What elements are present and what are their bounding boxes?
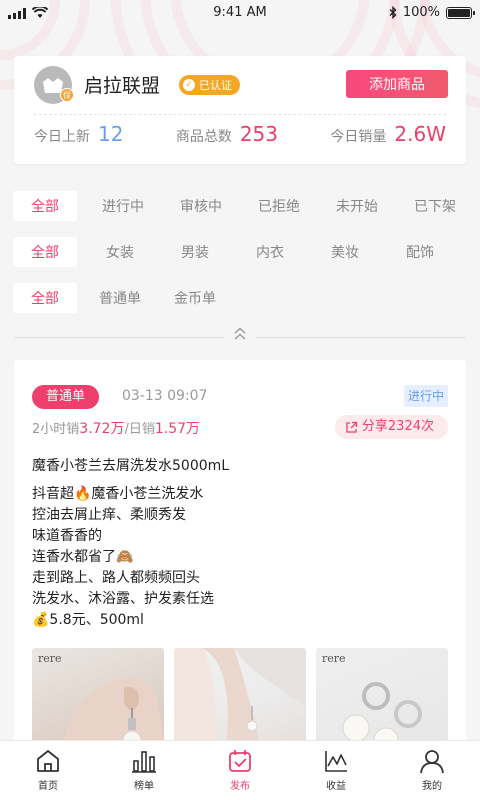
category-filter-men[interactable]: 男装 [163,237,227,267]
tab-label: 收益 [326,781,346,792]
status-filter: 全部 进行中 审核中 已拒绝 未开始 已下架 [13,191,467,221]
type-filter-all[interactable]: 全部 [13,283,77,313]
shop-card: 保 启拉联盟 ✓ 已认证 添加商品 今日上新 12 商品总数 253 今日销量 … [14,56,466,164]
category-filter-all[interactable]: 全部 [13,237,77,267]
tab-ranking[interactable]: 榜单 [96,741,192,800]
collapse-filters-button[interactable] [225,327,255,347]
type-filter: 全部 普通单 金币单 [13,283,467,313]
stat-value: 2.6W [394,122,446,146]
shop-name: 启拉联盟 [84,75,161,97]
publish-icon [229,750,251,772]
stat-value: 12 [98,122,124,146]
share-count: 分享2324次 [361,419,434,434]
verified-icon: ✓ [183,79,195,91]
earnings-icon [325,751,347,772]
description-line: 连香水都省了🙈 [32,549,134,565]
type-filter-coin[interactable]: 金币单 [163,283,227,313]
description-line: 💰5.8元、500ml [32,612,144,628]
status-filter-not-started[interactable]: 未开始 [325,191,389,221]
sales-summary: 2小时销3.72万/日销1.57万 [32,418,200,438]
profile-icon [420,750,444,774]
tab-home[interactable]: 首页 [0,741,96,800]
category-filter-women[interactable]: 女装 [88,237,152,267]
order-type-tag: 普通单 [32,385,100,409]
tab-earnings[interactable]: 收益 [288,741,384,800]
description-line: 味道香香的 [32,528,102,544]
status-bar: 9:41 AM 100% [0,0,480,26]
battery-percent: 100% [402,5,440,20]
tab-label: 首页 [38,781,58,792]
tab-label: 榜单 [134,781,154,792]
status-filter-rejected[interactable]: 已拒绝 [247,191,311,221]
post-time: 03-13 09:07 [122,388,208,404]
tab-bar: 首页 榜单 发布 收益 我的 [0,740,480,800]
verified-badge: ✓ 已认证 [179,75,240,95]
status-filter-all[interactable]: 全部 [13,191,77,221]
tab-label: 我的 [422,781,442,792]
battery-icon [446,6,475,19]
product-title: 魔香小苍兰去屑洗发水5000mL [32,458,230,474]
stat-total-products: 商品总数 253 [176,122,278,146]
tab-profile[interactable]: 我的 [384,741,480,800]
share-icon [346,421,358,433]
category-filter: 全部 女装 男装 内衣 美妆 配饰 [13,237,467,267]
description-line: 洗发水、沐浴露、护发素任选 [32,591,214,607]
category-filter-underwear[interactable]: 内衣 [238,237,302,267]
type-filter-normal[interactable]: 普通单 [88,283,152,313]
sales-2h-label: 2小时销 [32,422,80,437]
product-description: 抖音超🔥魔香小苍兰洗发水 控油去屑止痒、柔顺秀发 味道香香的 连香水都省了🙈 走… [32,484,214,631]
stat-new-today: 今日上新 12 [34,122,123,146]
tab-publish[interactable]: 发布 [192,741,288,800]
status-filter-reviewing[interactable]: 审核中 [169,191,233,221]
sales-2h-value: 3.72万 [79,421,125,437]
stat-label: 商品总数 [175,129,232,145]
guarantee-badge: 保 [60,88,74,102]
home-icon [37,750,59,772]
stat-label: 今日销量 [330,129,387,145]
share-button[interactable]: 分享2324次 [334,415,448,439]
sales-day-value: 1.57万 [154,421,201,437]
stat-value: 253 [239,122,279,146]
stat-label: 今日上新 [34,129,90,145]
divider [34,114,446,115]
add-product-button[interactable]: 添加商品 [346,70,448,98]
product-card[interactable]: 普通单 03-13 09:07 进行中 2小时销3.72万/日销1.57万 分享… [14,360,466,760]
status-filter-ongoing[interactable]: 进行中 [91,191,155,221]
bluetooth-icon [389,6,397,19]
ranking-icon [132,751,156,773]
description-line: 控油去屑止痒、柔顺秀发 [32,507,186,523]
sales-day-label: /日销 [124,422,155,437]
status-filter-removed[interactable]: 已下架 [403,191,467,221]
stat-sales-today: 今日销量 2.6W [330,122,446,146]
status-badge: 进行中 [403,385,448,407]
shop-stats: 今日上新 12 商品总数 253 今日销量 2.6W [34,122,446,152]
category-filter-accessories[interactable]: 配饰 [388,237,452,267]
verified-label: 已认证 [199,79,232,92]
description-line: 抖音超🔥魔香小苍兰洗发水 [32,486,204,502]
tab-label: 发布 [230,781,250,792]
chevron-up-icon [234,327,246,340]
category-filter-beauty[interactable]: 美妆 [313,237,377,267]
description-line: 走到路上、路人都频频回头 [32,570,200,586]
